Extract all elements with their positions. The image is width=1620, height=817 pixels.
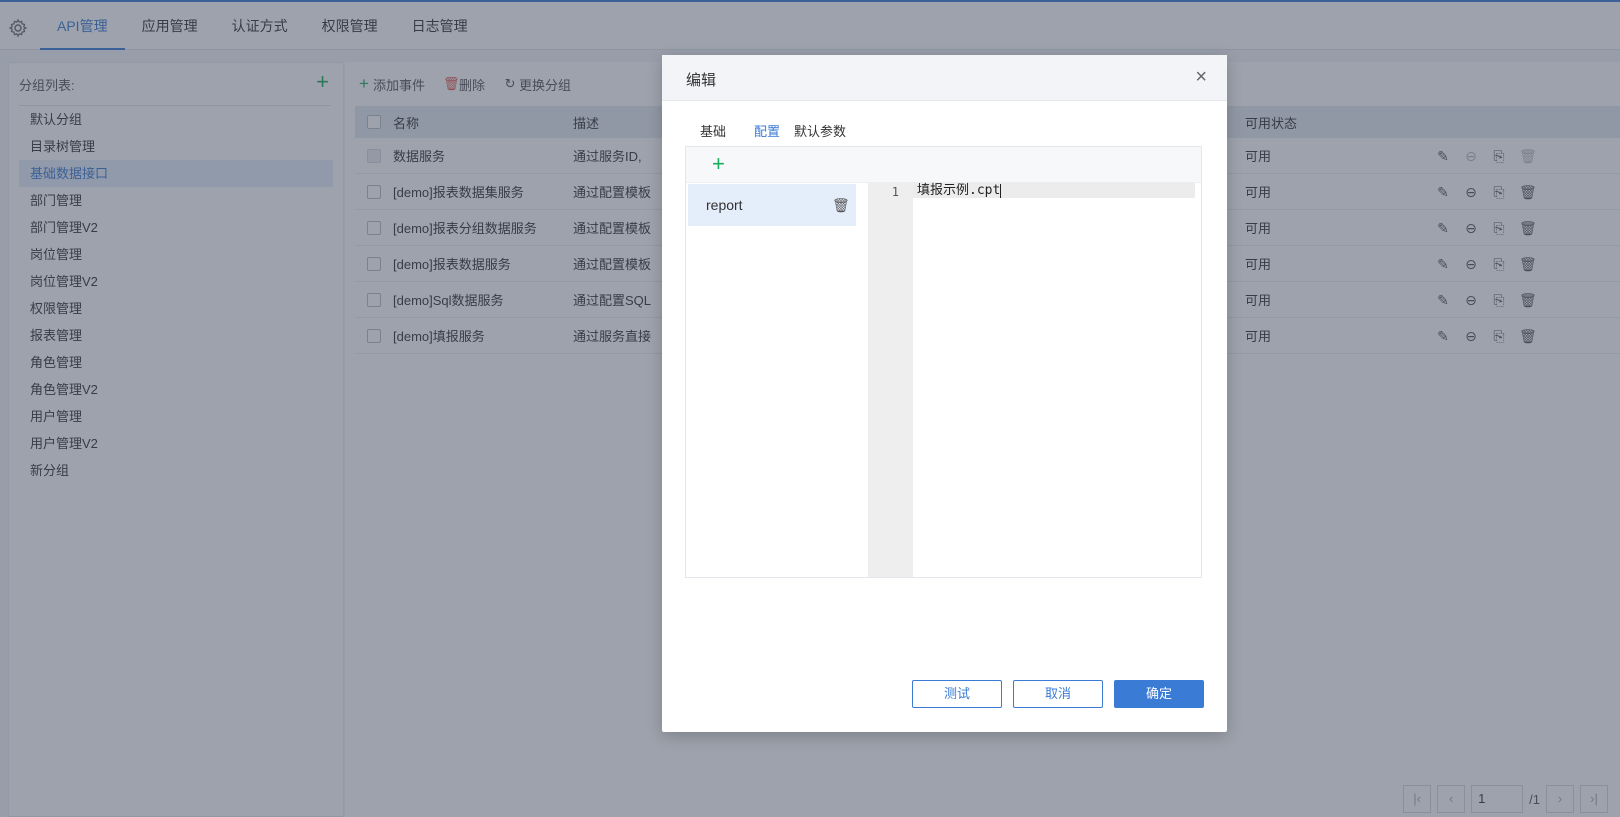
confirm-button[interactable]: 确定: [1114, 680, 1204, 708]
config-item-label: report: [706, 197, 743, 213]
cancel-button[interactable]: 取消: [1013, 680, 1103, 708]
config-item[interactable]: report 🗑: [688, 184, 856, 226]
tab-default-params[interactable]: 默认参数: [794, 121, 846, 140]
edit-dialog: 编辑 × 基础 配置 默认参数 + report 🗑 1 填报示例.cpt 测试…: [662, 55, 1227, 732]
dialog-title: 编辑: [686, 72, 717, 89]
trash-icon[interactable]: 🗑: [832, 197, 850, 213]
line-gutter: 1: [868, 183, 913, 577]
dialog-footer: 测试 取消 确定: [912, 680, 1204, 708]
tab-basic[interactable]: 基础: [700, 121, 726, 140]
add-config-icon[interactable]: +: [712, 153, 725, 175]
text-caret: [1000, 183, 1002, 198]
test-button[interactable]: 测试: [912, 680, 1002, 708]
close-icon[interactable]: ×: [1195, 67, 1207, 87]
dialog-header: 编辑 ×: [662, 55, 1227, 101]
config-toolbar: +: [686, 147, 1201, 183]
code-text: 填报示例.cpt: [917, 183, 1001, 198]
code-line[interactable]: 填报示例.cpt: [913, 183, 1195, 198]
tab-config[interactable]: 配置: [754, 121, 780, 140]
dialog-tabs: 基础 配置 默认参数: [700, 121, 874, 140]
config-list: report 🗑: [688, 184, 856, 226]
line-number: 1: [891, 185, 899, 199]
code-editor[interactable]: 1 填报示例.cpt: [868, 183, 1202, 577]
config-panel: + report 🗑 1 填报示例.cpt: [685, 146, 1202, 578]
